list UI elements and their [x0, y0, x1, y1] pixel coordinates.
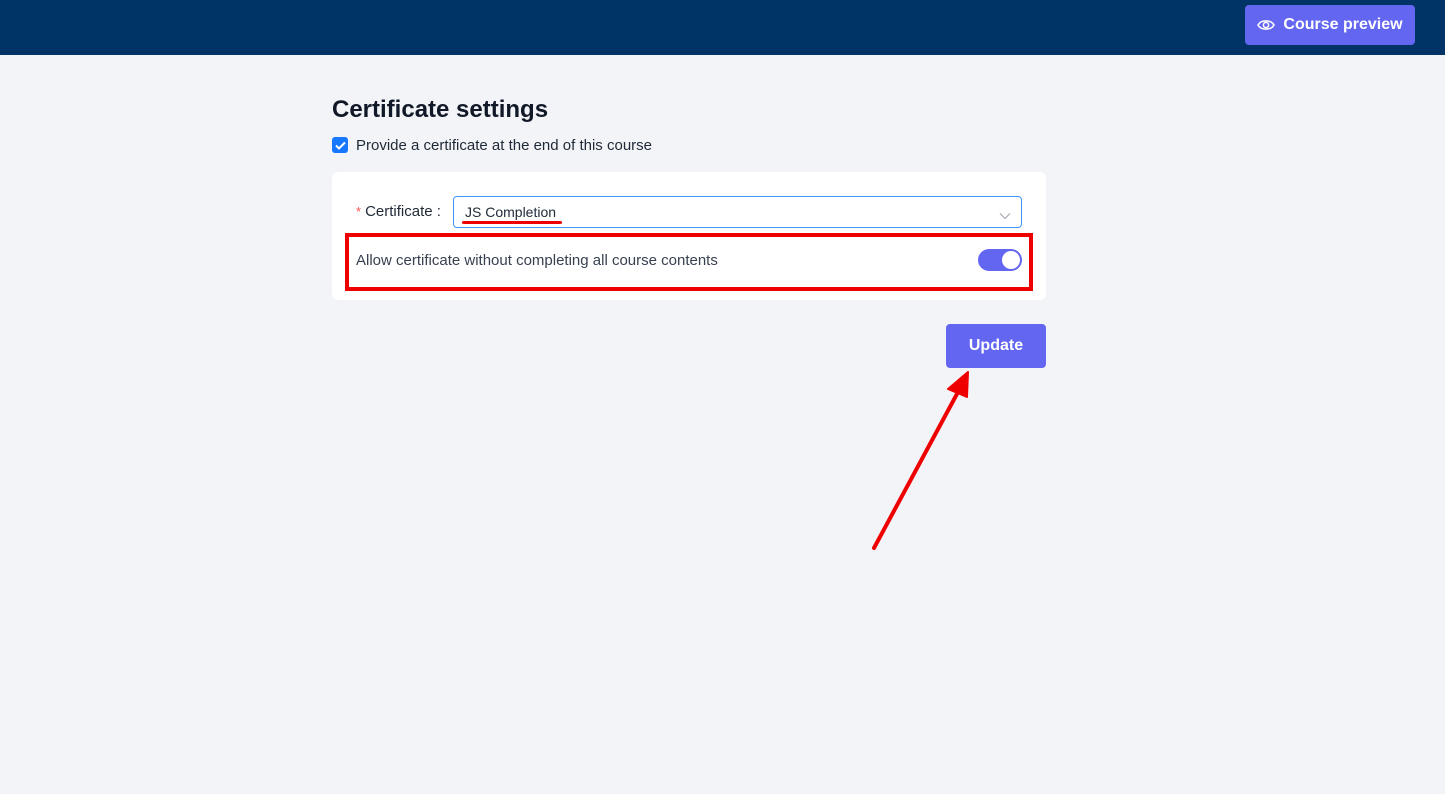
annotation-underline: [462, 221, 562, 224]
provide-certificate-checkbox[interactable]: [332, 137, 348, 153]
required-mark: *: [356, 204, 362, 219]
course-preview-label: Course preview: [1283, 16, 1403, 33]
top-bar: Course preview: [0, 0, 1445, 55]
provide-certificate-label: Provide a certificate at the end of this…: [356, 136, 652, 154]
certificate-settings-card: * Certificate : JS Completion Allow certi…: [332, 172, 1046, 300]
toggle-knob: [1002, 251, 1020, 269]
certificate-select[interactable]: JS Completion: [453, 196, 1022, 228]
certificate-field-label: * Certificate :: [356, 203, 441, 220]
check-icon: [334, 141, 346, 150]
allow-without-completion-label: Allow certificate without completing all…: [356, 252, 718, 269]
certificate-label-text: Certificate :: [365, 203, 441, 220]
eye-icon: [1257, 18, 1276, 32]
chevron-down-icon: [999, 207, 1011, 225]
course-preview-button[interactable]: Course preview: [1245, 5, 1415, 45]
page-title: Certificate settings: [332, 96, 549, 123]
annotation-arrow: [872, 371, 969, 550]
update-button[interactable]: Update: [946, 324, 1046, 368]
certificate-select-value: JS Completion: [465, 204, 557, 220]
provide-certificate-row[interactable]: Provide a certificate at the end of this…: [332, 136, 652, 154]
allow-without-completion-toggle[interactable]: [978, 249, 1022, 271]
